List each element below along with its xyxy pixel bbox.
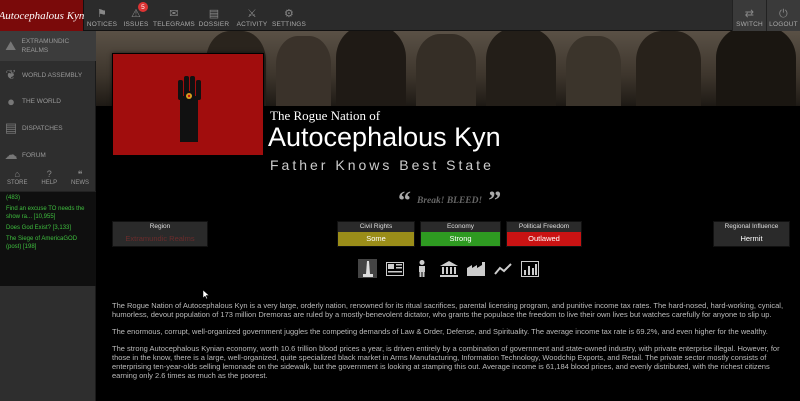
sidebar: ⛰ EXTRAMUNDIC REALMS ❦ WORLD ASSEMBLY ● … xyxy=(0,31,96,401)
person-icon[interactable] xyxy=(412,259,431,278)
sidebar-item-the-world[interactable]: ● THE WORLD xyxy=(0,87,96,115)
activity-icon: ⚔ xyxy=(246,8,258,20)
political-freedom-title: Political Freedom xyxy=(518,223,570,230)
nav-dossier[interactable]: ▤ DOSSIER xyxy=(197,0,231,31)
store-button[interactable]: ⌂ STORE xyxy=(7,169,28,193)
nation-badge-label: Autocephalous Kyn xyxy=(0,9,85,22)
gear-icon: ⚙ xyxy=(283,8,295,20)
help-icon: ? xyxy=(46,169,52,179)
regional-influence-value: Hermit xyxy=(740,234,763,243)
close-quote-icon: ” xyxy=(488,186,502,215)
feed-item[interactable]: The Siege of AmericaGOD (post) [198] xyxy=(6,235,90,251)
telegram-icon: ✉ xyxy=(169,8,179,20)
nation-badge[interactable]: Autocephalous Kyn xyxy=(0,0,84,31)
regional-influence-box[interactable]: Regional Influence Hermit xyxy=(713,221,790,247)
nav-settings-label: SETTINGS xyxy=(271,21,307,28)
economy-value: Strong xyxy=(421,232,500,246)
news-icon: ❝ xyxy=(77,169,83,179)
issues-count-badge: 5 xyxy=(138,2,148,12)
nation-name: Autocephalous Kyn xyxy=(268,122,501,152)
factory-icon[interactable] xyxy=(466,259,485,278)
nav-telegrams-label: TELEGRAMS xyxy=(153,21,195,28)
logout-label: LOGOUT xyxy=(769,21,798,28)
monument-icon[interactable] xyxy=(358,259,377,278)
store-label: STORE xyxy=(6,180,28,186)
nav-activity[interactable]: ⚔ ACTIVITY xyxy=(234,0,270,31)
top-bar: Autocephalous Kyn ⚑ NOTICES 5 ⚠ ISSUES ✉… xyxy=(0,0,800,31)
civil-rights-title: Civil Rights xyxy=(359,223,393,230)
sidebar-item-label: FORUM xyxy=(22,151,46,159)
political-freedom-box[interactable]: Political Freedom Outlawed xyxy=(506,221,582,247)
logout-icon: ⏻ xyxy=(779,8,788,20)
globe-icon: ● xyxy=(7,93,15,109)
news-label: NEWS xyxy=(71,180,90,186)
government-icon[interactable] xyxy=(439,259,458,278)
description-paragraph: The enormous, corrupt, well-organized go… xyxy=(112,327,768,336)
trend-icon[interactable] xyxy=(493,259,512,278)
economy-box[interactable]: Economy Strong xyxy=(420,221,501,247)
dossier-icon: ▤ xyxy=(208,8,220,20)
region-value[interactable]: Extramundic Realms xyxy=(113,232,207,246)
nav-notices-label: NOTICES xyxy=(86,21,118,28)
nav-telegrams[interactable]: ✉ TELEGRAMS xyxy=(152,0,196,31)
feed-item[interactable]: (483) xyxy=(6,194,90,202)
help-label: HELP xyxy=(41,180,58,186)
feed-item[interactable]: Does God Exist? [3,133] xyxy=(6,224,90,232)
sidebar-item-label: DISPATCHES xyxy=(22,124,63,132)
political-freedom-value: Outlawed xyxy=(507,232,581,246)
switch-button[interactable]: ⇄ SWITCH xyxy=(732,0,766,31)
economy-title: Economy xyxy=(446,223,475,230)
feed-item[interactable]: Find an excuse TO needs the show ra... [… xyxy=(6,205,90,221)
help-button[interactable]: ? HELP xyxy=(41,169,57,193)
mouse-cursor xyxy=(203,290,210,299)
nation-description: The Rogue Nation of Autocephalous Kyn is… xyxy=(112,301,792,388)
nav-issues-label: ISSUES xyxy=(123,21,149,28)
forum-icon: ☁ xyxy=(4,147,18,162)
sidebar-item-world-assembly[interactable]: ❦ WORLD ASSEMBLY xyxy=(0,61,96,89)
notice-icon: ⚑ xyxy=(96,8,108,20)
sidebar-utilities: ⌂ STORE ? HELP ❝ NEWS xyxy=(0,169,96,193)
description-paragraph: The strong Autocephalous Kynian economy,… xyxy=(112,344,780,380)
description-paragraph: The Rogue Nation of Autocephalous Kyn is… xyxy=(112,301,784,319)
gauntlet-emblem xyxy=(178,76,201,142)
sidebar-item-label: WORLD ASSEMBLY xyxy=(22,71,83,79)
regional-influence-title: Regional Influence xyxy=(724,223,779,230)
newspaper-icon[interactable] xyxy=(385,259,404,278)
bar-chart-icon[interactable] xyxy=(520,259,539,278)
nav-issues[interactable]: 5 ⚠ ISSUES xyxy=(120,0,152,31)
category-icon-row xyxy=(358,259,539,278)
nav-notices[interactable]: ⚑ NOTICES xyxy=(86,0,118,31)
sidebar-item-region[interactable]: ⛰ EXTRAMUNDIC REALMS xyxy=(0,31,96,61)
region-box[interactable]: Region Extramundic Realms xyxy=(112,221,208,247)
civil-rights-box[interactable]: Civil Rights Some xyxy=(337,221,415,247)
nation-motto: “ Break! BLEED! ” xyxy=(398,186,501,216)
wa-icon: ❦ xyxy=(5,67,17,82)
nav-dossier-label: DOSSIER xyxy=(198,21,230,28)
dispatch-icon: ▤ xyxy=(4,120,18,135)
nav-settings[interactable]: ⚙ SETTINGS xyxy=(271,0,307,31)
store-icon: ⌂ xyxy=(14,169,20,179)
civil-rights-value: Some xyxy=(338,232,414,246)
switch-label: SWITCH xyxy=(736,21,763,28)
nav-activity-label: ACTIVITY xyxy=(236,21,268,28)
logout-button[interactable]: ⏻ LOGOUT xyxy=(766,0,800,31)
sidebar-item-forum[interactable]: ☁ FORUM xyxy=(0,141,96,169)
motto-text: Break! BLEED! xyxy=(417,196,483,206)
region-icon: ⛰ xyxy=(5,38,17,53)
switch-icon: ⇄ xyxy=(744,8,755,20)
region-title: Region xyxy=(149,223,171,230)
sidebar-item-label: EXTRAMUNDIC REALMS xyxy=(21,38,70,54)
forum-feed: (483) Find an excuse TO needs the show r… xyxy=(0,191,96,286)
open-quote-icon: “ xyxy=(398,186,411,215)
nation-classification: Father Knows Best State xyxy=(270,157,494,173)
sidebar-item-label: THE WORLD xyxy=(22,97,61,105)
national-flag[interactable] xyxy=(112,53,264,156)
sidebar-item-dispatches[interactable]: ▤ DISPATCHES xyxy=(0,114,96,142)
news-button[interactable]: ❝ NEWS xyxy=(71,169,89,193)
